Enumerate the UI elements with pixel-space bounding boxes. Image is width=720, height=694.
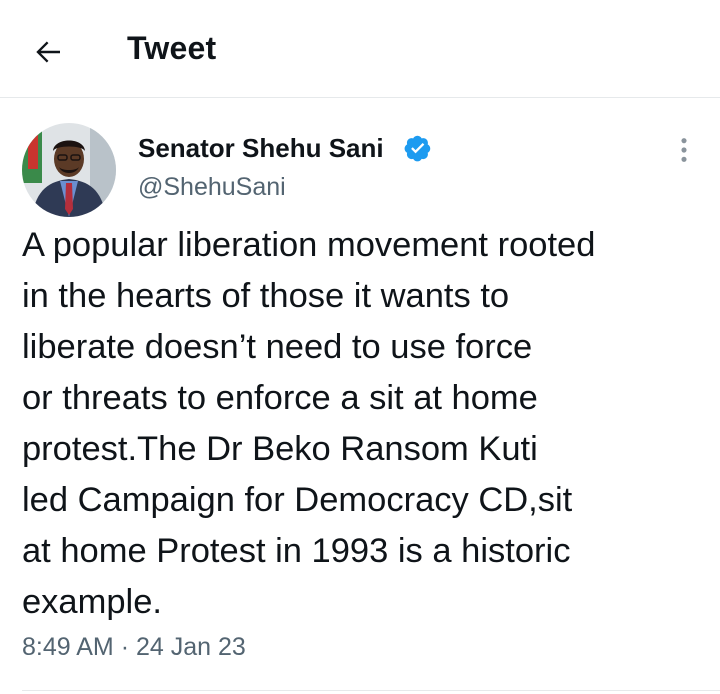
tweet-text-line: or threats to enforce a sit at home: [22, 379, 538, 417]
avatar-image: [22, 123, 116, 217]
verified-badge-icon: [404, 135, 431, 162]
tweet-text-line: at home Protest in 1993 is a historic: [22, 532, 571, 570]
tweet-text-line: in the hearts of those it wants to: [22, 277, 510, 315]
tweet-time[interactable]: 8:49 AM: [22, 633, 114, 661]
divider: [22, 690, 720, 691]
timestamp-separator: ·: [120, 633, 130, 661]
tweet-timestamp: 8:49 AM · 24 Jan 23: [22, 633, 246, 662]
author-handle[interactable]: @ShehuSani: [138, 173, 286, 202]
tweet-text-line: led Campaign for Democracy CD,sit: [22, 481, 573, 519]
avatar[interactable]: [22, 123, 116, 217]
page-title: Tweet: [127, 30, 217, 66]
tweet-text: A popular liberation movement rooted in …: [22, 220, 712, 628]
tweet-text-line: example.: [22, 583, 162, 621]
vertical-ellipsis-icon[interactable]: [670, 136, 698, 164]
tweet-text-line: liberate doesn’t need to use force: [22, 328, 533, 366]
tweet-text-line: protest.The Dr Beko Ransom Kuti: [22, 430, 538, 468]
author-name[interactable]: Senator Shehu Sani: [138, 133, 384, 164]
tweet-text-line: A popular liberation movement rooted: [22, 226, 596, 264]
tweet-date[interactable]: 24 Jan 23: [136, 633, 246, 661]
top-bar: Tweet: [0, 0, 720, 98]
arrow-left-icon[interactable]: [30, 34, 66, 70]
